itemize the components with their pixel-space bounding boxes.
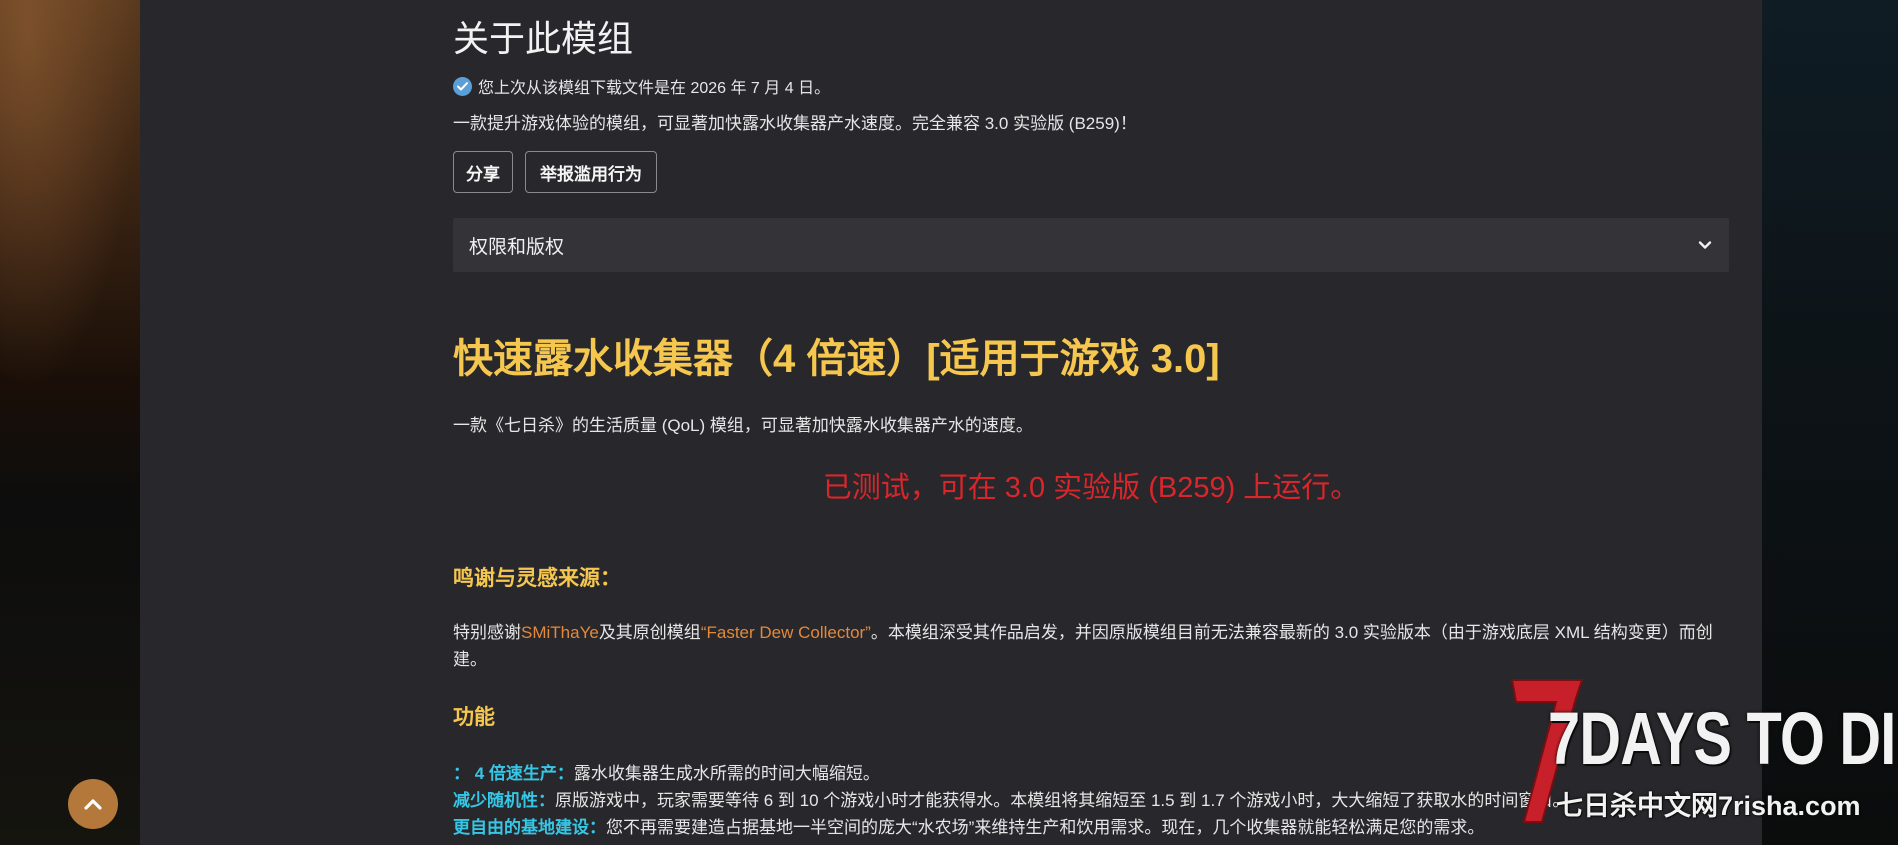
feature-item: ： 4 倍速生产：露水收集器生成水所需的时间大幅缩短。 [453,759,880,784]
watermark-logo: 7DAYS TO DIE 七日杀中文网7risha.com [1506,672,1898,845]
feature-key: 减少随机性： [453,791,555,810]
author-link[interactable]: SMiThaYe [521,623,599,642]
check-circle-icon [453,76,472,96]
feature-text: 原版游戏中，玩家需要等待 6 到 10 个游戏小时才能获得水。本模组将其缩短至 … [555,791,1570,810]
feature-item: 更自由的基地建设：您不再需要建造占据基地一半空间的庞大“水农场”来维持生产和饮用… [453,813,1484,838]
mod-title: 快速露水收集器（4 倍速）[适用于游戏 3.0] [453,337,1220,381]
feature-text: 露水收集器生成水所需的时间大幅缩短。 [573,764,880,783]
mod-intro: 一款《七日杀》的生活质量 (QoL) 模组，可显著加快露水收集器产水的速度。 [453,416,1033,435]
feature-item: 减少随机性：原版游戏中，玩家需要等待 6 到 10 个游戏小时才能获得水。本模组… [453,786,1569,811]
credits-text-part2: 及其原创模组 [598,623,701,642]
feature-key: 更自由的基地建设： [453,818,606,837]
feature-text: 您不再需要建造占据基地一半空间的庞大“水农场”来维持生产和饮用需求。现在，几个收… [606,818,1485,837]
chevron-up-icon [84,799,102,810]
report-abuse-button[interactable]: 举报滥用行为 [525,151,657,193]
mod-summary: 一款提升游戏体验的模组，可显著加快露水收集器产水速度。完全兼容 3.0 实验版 … [453,114,1137,133]
chevron-down-icon [1697,237,1713,253]
background-left [0,0,140,845]
credits-text-part1: 特别感谢 [453,623,521,642]
download-note-text: 您上次从该模组下载文件是在 2026 年 7 月 4 日。 [478,80,831,97]
features-heading: 功能 [453,706,495,729]
download-note: 您上次从该模组下载文件是在 2026 年 7 月 4 日。 [453,74,830,98]
watermark-sub: 七日杀中文网7risha.com [1556,791,1861,821]
scroll-to-top-button[interactable] [68,779,118,829]
permissions-label: 权限和版权 [469,236,565,258]
about-title: 关于此模组 [453,18,634,59]
credits-text: 特别感谢SMiThaYe及其原创模组“Faster Dew Collector”… [453,619,1729,673]
share-button[interactable]: 分享 [453,151,513,193]
permissions-accordion[interactable]: 权限和版权 [453,218,1729,272]
tested-notice: 已测试，可在 3.0 实验版 (B259) 上运行。 [822,472,1360,504]
feature-key: ： 4 倍速生产： [453,764,574,783]
original-mod-link[interactable]: “Faster Dew Collector” [701,623,871,642]
credits-heading: 鸣谢与灵感来源： [453,567,621,590]
watermark-main: 7DAYS TO DIE [1548,697,1898,780]
